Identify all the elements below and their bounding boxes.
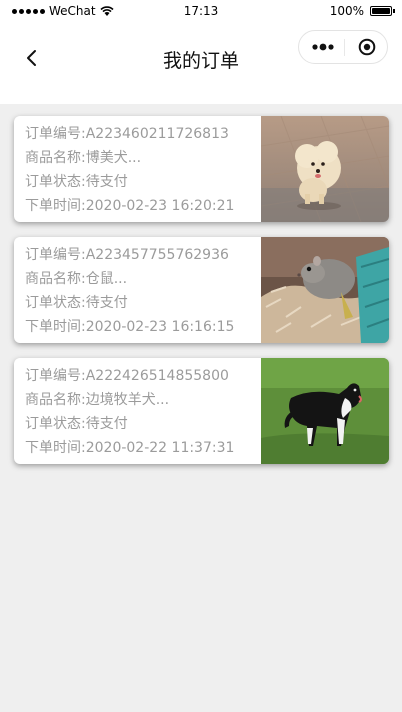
order-card[interactable]: 订单编号:A222426514855800 商品名称:边境牧羊犬... 订单状态… <box>14 358 389 464</box>
order-status-value: 待支付 <box>85 174 128 190</box>
order-status-row: 订单状态:待支付 <box>25 412 265 436</box>
product-name-label: 商品名称: <box>25 392 86 408</box>
close-mini-program-icon[interactable] <box>358 38 376 56</box>
order-status-row: 订单状态:待支付 <box>25 170 265 194</box>
pomeranian-photo-icon <box>261 116 389 222</box>
capsule-divider <box>344 39 345 56</box>
order-info: 订单编号:A223460211726813 商品名称:博美犬... 订单状态:待… <box>25 122 265 218</box>
order-number-value: A222426514855800 <box>85 368 229 384</box>
product-name-label: 商品名称: <box>25 271 86 287</box>
order-status-value: 待支付 <box>85 416 128 432</box>
order-status-value: 待支付 <box>85 295 128 311</box>
status-bar: WeChat 17:13 100% <box>0 0 402 24</box>
order-info: 订单编号:A223457755762936 商品名称:仓鼠... 订单状态:待支… <box>25 243 265 339</box>
product-name-value: 博美犬... <box>85 150 142 166</box>
order-card[interactable]: 订单编号:A223460211726813 商品名称:博美犬... 订单状态:待… <box>14 116 389 222</box>
order-time-row: 下单时间:2020-02-22 11:37:31 <box>25 436 265 460</box>
nav-bar: 我的订单 <box>0 26 402 90</box>
status-right: 100% <box>329 4 395 18</box>
order-time-label: 下单时间: <box>25 198 86 214</box>
product-name-label: 商品名称: <box>25 150 86 166</box>
header-area: WeChat 17:13 100% 我的订单 <box>0 0 402 104</box>
order-time-value: 2020-02-23 16:20:21 <box>85 198 235 214</box>
order-number-value: A223460211726813 <box>85 126 229 142</box>
order-number-row: 订单编号:A223457755762936 <box>25 243 265 267</box>
order-number-label: 订单编号: <box>25 247 86 263</box>
product-name-row: 商品名称:边境牧羊犬... <box>25 388 265 412</box>
order-status-row: 订单状态:待支付 <box>25 291 265 315</box>
product-name-value: 仓鼠... <box>85 271 128 287</box>
order-card[interactable]: 订单编号:A223457755762936 商品名称:仓鼠... 订单状态:待支… <box>14 237 389 343</box>
order-number-row: 订单编号:A223460211726813 <box>25 122 265 146</box>
order-time-row: 下单时间:2020-02-23 16:20:21 <box>25 194 265 218</box>
order-status-label: 订单状态: <box>25 416 86 432</box>
product-name-row: 商品名称:仓鼠... <box>25 267 265 291</box>
order-status-label: 订单状态: <box>25 295 86 311</box>
order-number-label: 订单编号: <box>25 368 86 384</box>
order-time-value: 2020-02-22 11:37:31 <box>85 440 235 456</box>
order-time-value: 2020-02-23 16:16:15 <box>85 319 235 335</box>
hamster-photo-icon <box>261 237 389 343</box>
order-number-value: A223457755762936 <box>85 247 229 263</box>
order-time-row: 下单时间:2020-02-23 16:16:15 <box>25 315 265 339</box>
order-number-label: 订单编号: <box>25 126 86 142</box>
order-time-label: 下单时间: <box>25 440 86 456</box>
order-time-label: 下单时间: <box>25 319 86 335</box>
battery-icon <box>370 6 395 16</box>
order-status-label: 订单状态: <box>25 174 86 190</box>
order-number-row: 订单编号:A222426514855800 <box>25 364 265 388</box>
product-name-row: 商品名称:博美犬... <box>25 146 265 170</box>
border-collie-photo-icon <box>261 358 389 464</box>
mini-program-capsule <box>298 30 388 64</box>
product-name-value: 边境牧羊犬... <box>85 392 170 408</box>
battery-percent: 100% <box>329 4 364 18</box>
order-info: 订单编号:A222426514855800 商品名称:边境牧羊犬... 订单状态… <box>25 364 265 460</box>
more-options-icon[interactable] <box>311 39 335 55</box>
